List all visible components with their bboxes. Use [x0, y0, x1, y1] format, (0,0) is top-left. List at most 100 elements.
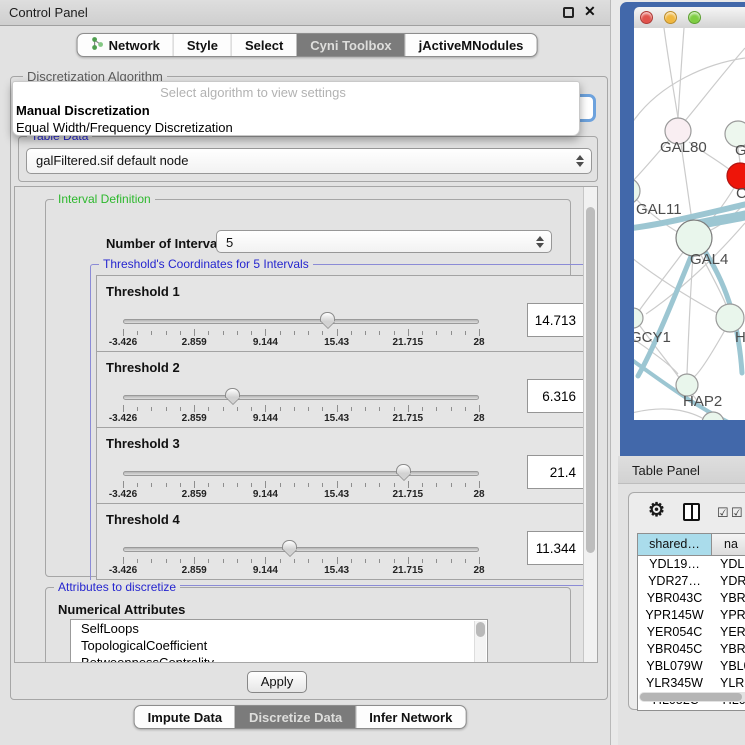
attribute-item[interactable]: TopologicalCoefficient: [71, 637, 487, 654]
network-window-titlebar: [634, 7, 745, 29]
slider-track[interactable]: [123, 395, 479, 400]
network-node-h[interactable]: [716, 304, 744, 332]
slider-ticks: [123, 557, 479, 565]
table-row[interactable]: YBR043CYBR0: [638, 590, 745, 607]
threshold-4-value-field[interactable]: 11.344: [527, 531, 584, 565]
attributes-group-title: Attributes to discretize: [54, 580, 180, 594]
network-icon: [91, 36, 104, 54]
tab-network[interactable]: Network: [78, 34, 173, 56]
network-edge: [694, 330, 725, 377]
tab-impute-data[interactable]: Impute Data: [135, 706, 235, 728]
node-label: GAL4: [690, 251, 728, 268]
network-node[interactable]: [702, 412, 724, 420]
vertical-scrollbar-thumb[interactable]: [586, 207, 595, 553]
slider-track[interactable]: [123, 471, 479, 476]
table-row[interactable]: YDL19…YDL1: [638, 556, 745, 573]
tab-label: Impute Data: [148, 710, 222, 725]
tab-style[interactable]: Style: [173, 34, 231, 56]
interval-definition-group: Interval Definition Number of Intervals …: [45, 199, 571, 577]
table-cell: YPR1: [712, 607, 745, 624]
table-cell: YBR045C: [638, 641, 712, 658]
network-edge: [664, 28, 678, 118]
slider-track[interactable]: [123, 547, 479, 552]
split-columns-icon[interactable]: [683, 503, 700, 521]
control-panel: Control Panel ✕ NetworkStyleSelectCyni T…: [0, 0, 611, 745]
table-row[interactable]: YBL079WYBL0: [638, 658, 745, 675]
number-of-intervals-combobox[interactable]: 5: [216, 230, 552, 253]
table-row[interactable]: YDR27…YDR2: [638, 573, 745, 590]
attribute-item[interactable]: BetweennessCentrality: [71, 654, 487, 663]
table-row[interactable]: YER054CYER0: [638, 624, 745, 641]
number-of-intervals-value: 5: [226, 235, 233, 250]
attributes-scrollbar[interactable]: [474, 621, 486, 663]
tab-cyni-toolbox[interactable]: Cyni Toolbox: [296, 34, 404, 56]
network-edge: [634, 409, 704, 419]
float-window-icon[interactable]: [563, 7, 574, 18]
network-window[interactable]: GAL80GACGAL11GAL4GCY1HHAP2: [620, 2, 745, 456]
table-row[interactable]: YLR345WYLR3: [638, 675, 745, 692]
attribute-item[interactable]: SelfLoops: [71, 620, 487, 637]
attributes-group: Attributes to discretize Numerical Attri…: [45, 587, 571, 663]
table-panel-title: Table Panel: [632, 463, 700, 478]
threshold-1-value-field[interactable]: 14.713: [527, 303, 584, 337]
numerical-attributes-list[interactable]: SelfLoopsTopologicalCoefficientBetweenne…: [70, 619, 488, 663]
table-cell: YBR043C: [638, 590, 712, 607]
slider-thumb[interactable]: [320, 312, 335, 322]
horizontal-scrollbar[interactable]: [639, 692, 745, 702]
slider-scale-labels: -3.4262.8599.14415.4321.71528: [123, 489, 479, 501]
node-label: GA: [735, 142, 745, 159]
threshold-2-value-field[interactable]: 6.316: [527, 379, 584, 413]
network-edge-highlighted: [638, 254, 692, 376]
table-cell: YDL1: [712, 556, 745, 573]
table-cell: YBL0: [712, 658, 745, 675]
thresholds-group-title: Threshold's Coordinates for 5 Intervals: [99, 257, 313, 271]
close-icon[interactable]: ✕: [584, 3, 596, 20]
algorithm-option[interactable]: Equal Width/Frequency Discretization: [16, 119, 576, 136]
tab-select[interactable]: Select: [231, 34, 296, 56]
threshold-1-slider[interactable]: -3.4262.8599.14415.4321.71528: [123, 316, 479, 350]
tab-infer-network[interactable]: Infer Network: [355, 706, 465, 728]
vertical-scrollbar[interactable]: [583, 187, 597, 662]
network-node-gcy1[interactable]: [634, 308, 643, 328]
apply-button[interactable]: Apply: [247, 671, 307, 693]
close-traffic-light-icon[interactable]: [640, 11, 653, 24]
table-cell: YLR345W: [638, 675, 712, 692]
slider-ticks: [123, 481, 479, 489]
table-cell: YDL19…: [638, 556, 712, 573]
combo-arrows-icon: [576, 155, 584, 167]
network-graph: GAL80GACGAL11GAL4GCY1HHAP2: [634, 28, 745, 420]
column-header-1[interactable]: shared…: [638, 534, 712, 555]
threshold-2-slider[interactable]: -3.4262.8599.14415.4321.71528: [123, 392, 479, 426]
table-cell: YDR27…: [638, 573, 712, 590]
slider-thumb[interactable]: [225, 388, 240, 398]
checkbox-icon[interactable]: ☑: [731, 505, 743, 521]
node-label: H: [735, 329, 745, 346]
slider-track[interactable]: [123, 319, 479, 324]
slider-thumb[interactable]: [282, 540, 297, 550]
horizontal-scrollbar-thumb[interactable]: [640, 693, 742, 701]
algorithm-option[interactable]: Manual Discretization: [16, 102, 576, 119]
column-header-2[interactable]: na: [712, 534, 745, 555]
gear-icon[interactable]: ⚙: [648, 499, 665, 522]
node-table[interactable]: shared…na YDL19…YDL1YDR27…YDR2YBR043CYBR…: [637, 533, 745, 711]
table-cell: YER054C: [638, 624, 712, 641]
tab-label: Select: [245, 38, 283, 53]
network-canvas[interactable]: GAL80GACGAL11GAL4GCY1HHAP2: [634, 28, 745, 420]
node-label: GAL11: [636, 201, 682, 218]
table-row[interactable]: YPR145WYPR1: [638, 607, 745, 624]
table-panel-inner: ⚙ ☑ ☑ shared…na YDL19…YDL1YDR27…YDR2YBR0…: [628, 492, 745, 710]
threshold-3-value-field[interactable]: 21.4: [527, 455, 584, 489]
threshold-3-slider[interactable]: -3.4262.8599.14415.4321.71528: [123, 468, 479, 502]
threshold-4-slider[interactable]: -3.4262.8599.14415.4321.71528: [123, 544, 479, 578]
table-data-value: galFiltered.sif default node: [36, 153, 188, 168]
slider-scale-labels: -3.4262.8599.14415.4321.71528: [123, 413, 479, 425]
tab-jactivemnodules[interactable]: jActiveMNodules: [405, 34, 537, 56]
minimize-traffic-light-icon[interactable]: [664, 11, 677, 24]
table-row[interactable]: YBR045CYBR0: [638, 641, 745, 658]
table-data-combobox[interactable]: galFiltered.sif default node: [26, 148, 592, 174]
checkbox-icon[interactable]: ☑: [717, 505, 729, 521]
slider-thumb[interactable]: [396, 464, 411, 474]
maximize-traffic-light-icon[interactable]: [688, 11, 701, 24]
tab-discretize-data[interactable]: Discretize Data: [235, 706, 355, 728]
node-label: GCY1: [634, 329, 671, 346]
